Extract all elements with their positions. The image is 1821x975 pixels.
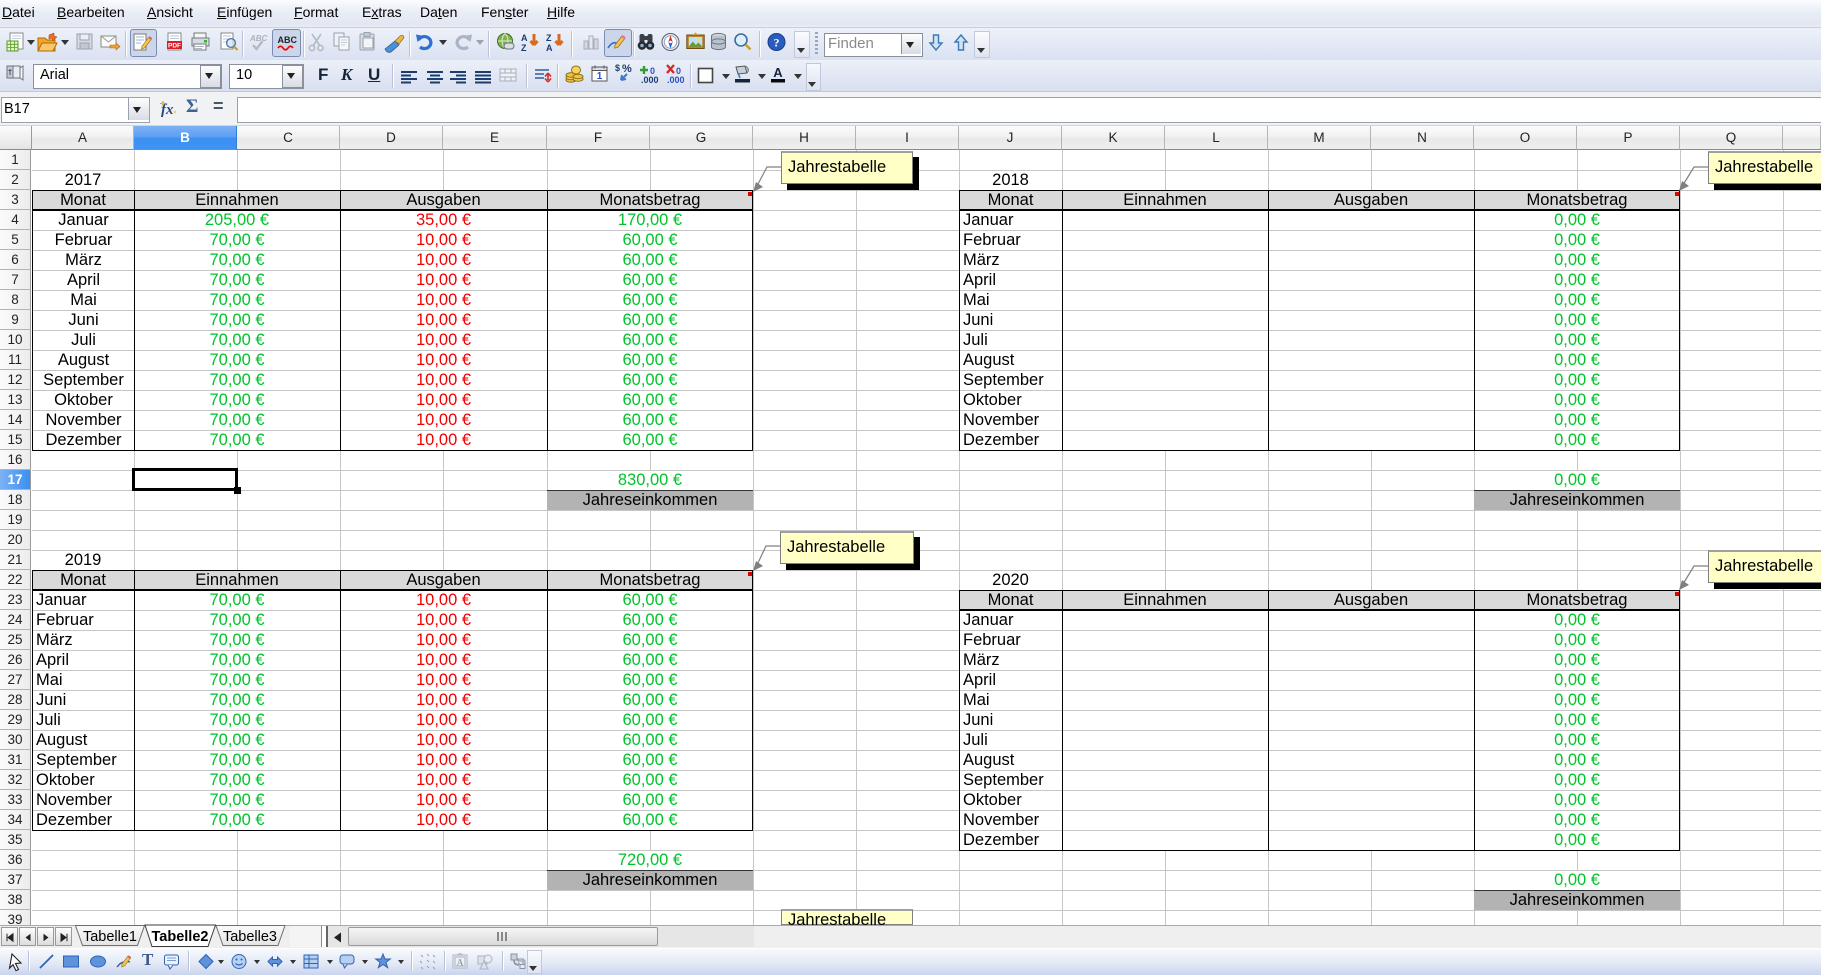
svg-text:A: A: [457, 958, 464, 968]
svg-text:Tabelle2: Tabelle2: [152, 929, 209, 945]
svg-text:Tabelle3: Tabelle3: [223, 929, 277, 945]
svg-text:Tabelle1: Tabelle1: [83, 929, 137, 945]
